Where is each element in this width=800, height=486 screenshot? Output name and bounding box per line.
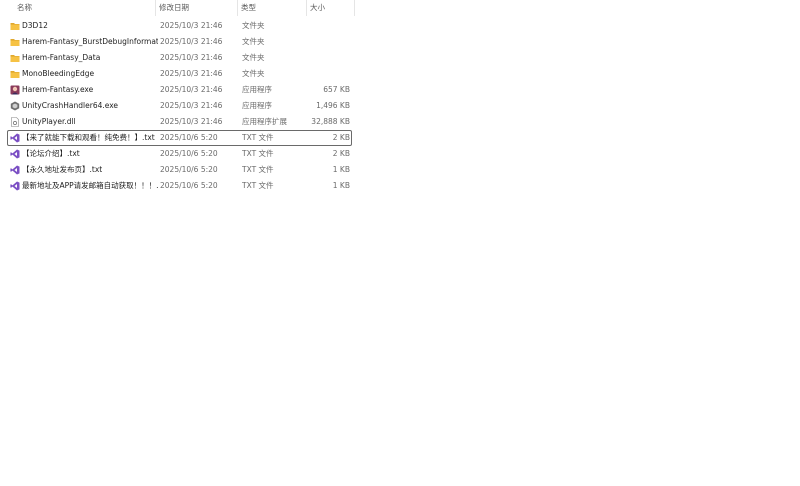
file-row[interactable]: 【来了就能下载和观看！纯免费！】.txt 2025/10/6 5:20 TXT 文件… bbox=[7, 130, 352, 146]
file-row[interactable]: 最新地址及APP请发邮箱自动获取！！！... 2025/10/6 5:20 TXT … bbox=[7, 178, 352, 194]
file-size: 1 KB bbox=[332, 165, 350, 174]
file-size bbox=[298, 67, 350, 81]
file-date-modified: 2025/10/3 21:46 bbox=[160, 69, 223, 78]
txt-vs-icon bbox=[10, 133, 20, 143]
folder-icon bbox=[10, 21, 20, 31]
dll-icon bbox=[10, 117, 20, 127]
file-name: 【永久地址发布页】.txt bbox=[22, 165, 103, 174]
column-divider[interactable] bbox=[155, 0, 156, 16]
file-row[interactable]: Harem-Fantasy_BurstDebugInformati... 2025… bbox=[7, 34, 352, 50]
column-header-row: 名称 ^ 修改日期 类型 大小 bbox=[0, 0, 355, 16]
column-divider[interactable] bbox=[306, 0, 307, 16]
file-size bbox=[298, 19, 350, 33]
file-date-modified: 2025/10/3 21:46 bbox=[160, 53, 223, 62]
file-list: D3D12 2025/10/3 21:46 文件夹 Harem-Fantasy_Bur… bbox=[7, 18, 352, 194]
txt-vs-icon bbox=[10, 181, 20, 191]
file-name: 最新地址及APP请发邮箱自动获取！！！... bbox=[22, 181, 158, 190]
file-row[interactable]: Harem-Fantasy.exe 2025/10/3 21:46 应用程序 657 … bbox=[7, 82, 352, 98]
column-divider[interactable] bbox=[354, 0, 355, 16]
file-name: 【来了就能下载和观看！纯免费！】.txt bbox=[22, 133, 155, 142]
file-size bbox=[298, 35, 350, 49]
file-name: UnityCrashHandler64.exe bbox=[22, 101, 119, 110]
file-name: D3D12 bbox=[22, 21, 48, 30]
column-header-size[interactable]: 大小 bbox=[310, 0, 325, 16]
file-date-modified: 2025/10/6 5:20 bbox=[160, 149, 218, 158]
file-name: Harem-Fantasy_Data bbox=[22, 53, 101, 62]
txt-vs-icon bbox=[10, 165, 20, 175]
unity-exe-icon bbox=[10, 101, 20, 111]
file-row[interactable]: UnityCrashHandler64.exe 2025/10/3 21:46 应用… bbox=[7, 98, 352, 114]
file-date-modified: 2025/10/3 21:46 bbox=[160, 21, 223, 30]
file-date-modified: 2025/10/6 5:20 bbox=[160, 181, 218, 190]
folder-icon bbox=[10, 69, 20, 79]
file-row[interactable]: D3D12 2025/10/3 21:46 文件夹 bbox=[7, 18, 352, 34]
column-header-type[interactable]: 类型 bbox=[241, 0, 256, 16]
file-size: 657 KB bbox=[323, 85, 350, 94]
folder-icon bbox=[10, 53, 20, 63]
file-date-modified: 2025/10/3 21:46 bbox=[160, 85, 223, 94]
file-date-modified: 2025/10/3 21:46 bbox=[160, 101, 223, 110]
file-size bbox=[298, 51, 350, 65]
file-name: MonoBleedingEdge bbox=[22, 69, 95, 78]
file-name: Harem-Fantasy_BurstDebugInformati... bbox=[22, 37, 158, 46]
sort-ascending-icon: ^ bbox=[80, 0, 88, 5]
folder-icon bbox=[10, 37, 20, 47]
game-exe-icon bbox=[10, 85, 20, 95]
file-size: 2 KB bbox=[332, 133, 350, 142]
file-name: 【论坛介绍】.txt bbox=[22, 149, 80, 158]
file-name: Harem-Fantasy.exe bbox=[22, 85, 94, 94]
file-row[interactable]: MonoBleedingEdge 2025/10/3 21:46 文件夹 bbox=[7, 66, 352, 82]
file-size: 1 KB bbox=[332, 181, 350, 190]
file-size: 1,496 KB bbox=[316, 101, 350, 110]
file-date-modified: 2025/10/3 21:46 bbox=[160, 117, 223, 126]
file-row[interactable]: UnityPlayer.dll 2025/10/3 21:46 应用程序扩展 32,8… bbox=[7, 114, 352, 130]
column-divider[interactable] bbox=[237, 0, 238, 16]
column-header-date[interactable]: 修改日期 bbox=[159, 0, 189, 16]
file-size: 32,888 KB bbox=[311, 117, 350, 126]
file-date-modified: 2025/10/3 21:46 bbox=[160, 37, 223, 46]
file-size: 2 KB bbox=[332, 149, 350, 158]
file-date-modified: 2025/10/6 5:20 bbox=[160, 133, 218, 142]
file-row[interactable]: 【永久地址发布页】.txt 2025/10/6 5:20 TXT 文件 1 KB bbox=[7, 162, 352, 178]
txt-vs-icon bbox=[10, 149, 20, 159]
file-row[interactable]: Harem-Fantasy_Data 2025/10/3 21:46 文件夹 bbox=[7, 50, 352, 66]
file-name: UnityPlayer.dll bbox=[22, 117, 76, 126]
file-row[interactable]: 【论坛介绍】.txt 2025/10/6 5:20 TXT 文件 2 KB bbox=[7, 146, 352, 162]
file-date-modified: 2025/10/6 5:20 bbox=[160, 165, 218, 174]
column-header-name[interactable]: 名称 bbox=[17, 0, 32, 16]
file-list-view: 名称 ^ 修改日期 类型 大小 D3D12 2025/10/3 21:46 文件夹 H… bbox=[0, 0, 800, 486]
